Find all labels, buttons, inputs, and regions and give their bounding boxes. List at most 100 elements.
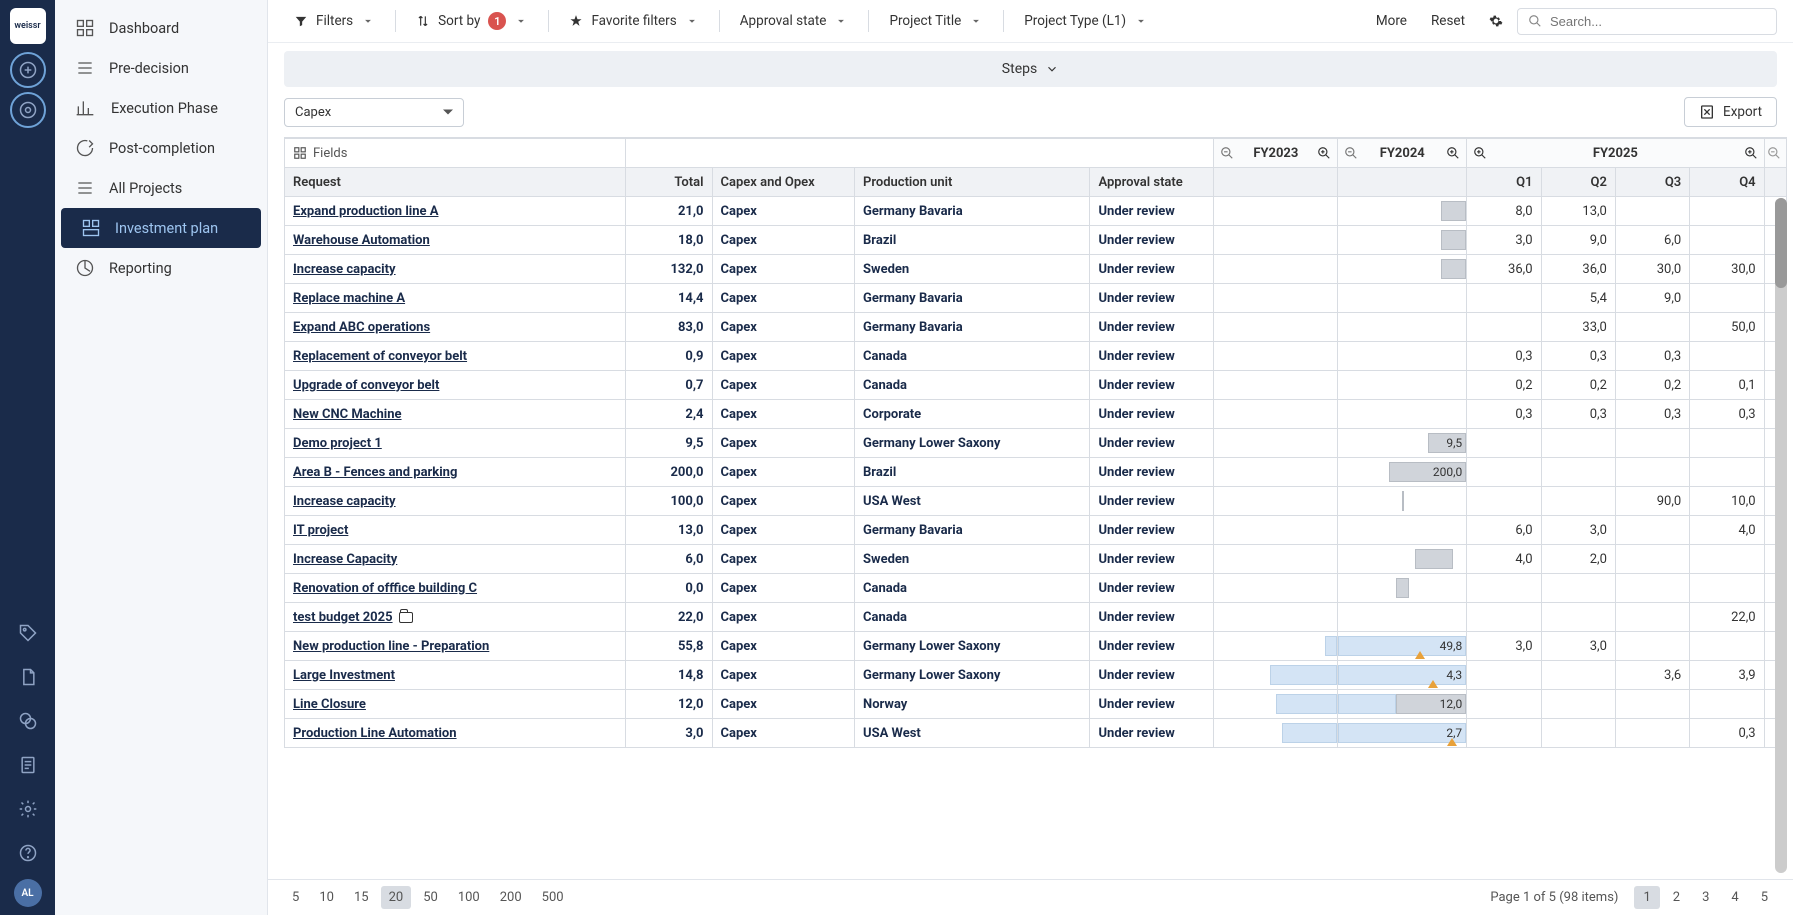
table-row: Replace machine A14,4CapexGermany Bavari… [285, 284, 1787, 313]
zoom-out-icon[interactable] [1220, 146, 1234, 160]
sortby-button[interactable]: Sort by1 [406, 6, 538, 36]
brand-logo[interactable]: weissr [10, 8, 46, 44]
sidebar-item-reporting[interactable]: Reporting [55, 248, 267, 288]
approval-cell: Under review [1090, 661, 1214, 690]
request-link[interactable]: Increase capacity [293, 494, 396, 509]
settings-gear-icon[interactable] [1479, 8, 1513, 34]
vertical-scrollbar[interactable] [1775, 198, 1787, 873]
page-size-option[interactable]: 20 [381, 886, 412, 909]
request-link[interactable]: Large Investment [293, 668, 395, 683]
col-q4[interactable]: Q4 [1690, 168, 1764, 197]
table-row: Increase Capacity6,0CapexSwedenUnder rev… [285, 545, 1787, 574]
request-link[interactable]: Demo project 1 [293, 436, 382, 451]
request-link[interactable]: Increase Capacity [293, 552, 397, 567]
page-number[interactable]: 1 [1634, 886, 1659, 909]
fy24-cell [1338, 313, 1467, 342]
sidebar-item-dashboard[interactable]: Dashboard [55, 8, 267, 48]
zoom-out-icon[interactable] [1767, 146, 1781, 160]
request-link[interactable]: test budget 2025 [293, 610, 393, 625]
more-button[interactable]: More [1366, 7, 1417, 35]
page-size-option[interactable]: 500 [534, 886, 572, 909]
zoom-in-icon[interactable] [1317, 146, 1331, 160]
rail-currency-icon[interactable] [10, 703, 46, 739]
fy2023-header[interactable]: FY2023 [1214, 139, 1338, 168]
col-prod[interactable]: Production unit [855, 168, 1090, 197]
request-link[interactable]: IT project [293, 523, 348, 538]
zoom-in-icon[interactable] [1446, 146, 1460, 160]
zoom-in-icon[interactable] [1473, 146, 1487, 160]
rail-module-2-icon[interactable] [10, 92, 46, 128]
page-number[interactable]: 3 [1693, 886, 1718, 909]
prod-cell: USA West [855, 487, 1090, 516]
request-link[interactable]: Warehouse Automation [293, 233, 430, 248]
search-input[interactable] [1550, 14, 1766, 29]
fy-next-header[interactable] [1764, 139, 1786, 168]
sidebar-item-investment-plan[interactable]: Investment plan [61, 208, 261, 248]
request-link[interactable]: Replace machine A [293, 291, 405, 306]
request-link[interactable]: Line Closure [293, 697, 366, 712]
page-number[interactable]: 4 [1722, 886, 1747, 909]
table-row: Warehouse Automation18,0CapexBrazilUnder… [285, 226, 1787, 255]
project-type-filter[interactable]: Project Type (L1) [1014, 7, 1158, 35]
request-link[interactable]: Expand ABC operations [293, 320, 430, 335]
col-q3[interactable]: Q3 [1615, 168, 1689, 197]
rail-page-icon[interactable] [10, 747, 46, 783]
request-link[interactable]: Area B - Fences and parking [293, 465, 457, 480]
request-link[interactable]: Expand production line A [293, 204, 438, 219]
user-avatar[interactable]: AL [14, 879, 42, 907]
fy2025-header[interactable]: FY2025 [1467, 139, 1764, 168]
page-number[interactable]: 5 [1752, 886, 1777, 909]
sidebar-item-execution[interactable]: Execution Phase [55, 88, 267, 128]
page-size-option[interactable]: 50 [415, 886, 446, 909]
capex-select[interactable]: Capex [284, 98, 464, 127]
request-link[interactable]: Replacement of conveyor belt [293, 349, 467, 364]
prod-cell: Germany Lower Saxony [855, 632, 1090, 661]
col-total[interactable]: Total [625, 168, 712, 197]
project-title-filter[interactable]: Project Title [879, 7, 993, 35]
prod-cell: Sweden [855, 545, 1090, 574]
col-capex[interactable]: Capex and Opex [712, 168, 855, 197]
prod-cell: Sweden [855, 255, 1090, 284]
steps-toggle[interactable]: Steps [284, 51, 1777, 87]
prod-cell: Brazil [855, 458, 1090, 487]
col-q2[interactable]: Q2 [1541, 168, 1615, 197]
col-approval[interactable]: Approval state [1090, 168, 1214, 197]
page-number[interactable]: 2 [1664, 886, 1689, 909]
favorite-filters-button[interactable]: Favorite filters [559, 7, 708, 35]
q1-cell [1467, 487, 1541, 516]
capex-cell: Capex [712, 284, 855, 313]
sidebar-item-post-completion[interactable]: Post-completion [55, 128, 267, 168]
reset-button[interactable]: Reset [1421, 7, 1475, 35]
approval-state-filter[interactable]: Approval state [730, 7, 859, 35]
page-size-option[interactable]: 100 [450, 886, 488, 909]
sidebar-item-all-projects[interactable]: All Projects [55, 168, 267, 208]
rail-tag-icon[interactable] [10, 615, 46, 651]
page-size-option[interactable]: 200 [492, 886, 530, 909]
request-link[interactable]: Increase capacity [293, 262, 396, 277]
rail-module-1-icon[interactable] [10, 52, 46, 88]
zoom-in-icon[interactable] [1744, 146, 1758, 160]
request-link[interactable]: Production Line Automation [293, 726, 457, 741]
page-size-option[interactable]: 10 [311, 886, 342, 909]
page-size-option[interactable]: 15 [346, 886, 377, 909]
request-link[interactable]: Renovation of offfice building C [293, 581, 477, 596]
fields-header[interactable]: Fields [285, 139, 626, 168]
request-link[interactable]: Upgrade of conveyor belt [293, 378, 439, 393]
filters-button[interactable]: Filters [284, 7, 385, 35]
export-button[interactable]: Export [1684, 97, 1777, 127]
rail-help-icon[interactable] [10, 835, 46, 871]
approval-cell: Under review [1090, 371, 1214, 400]
data-table-wrap: Fields FY2023 FY2024 [284, 137, 1787, 879]
paginator: 12345 [1634, 886, 1777, 909]
rail-settings-icon[interactable] [10, 791, 46, 827]
request-link[interactable]: New production line - Preparation [293, 639, 489, 654]
col-q1[interactable]: Q1 [1467, 168, 1541, 197]
zoom-out-icon[interactable] [1344, 146, 1358, 160]
col-request[interactable]: Request [285, 168, 626, 197]
sidebar-item-pre-decision[interactable]: Pre-decision [55, 48, 267, 88]
request-link[interactable]: New CNC Machine [293, 407, 402, 422]
page-size-option[interactable]: 5 [284, 886, 307, 909]
rail-doc-icon[interactable] [10, 659, 46, 695]
fy2024-header[interactable]: FY2024 [1338, 139, 1467, 168]
q2-cell: 13,0 [1541, 197, 1615, 226]
